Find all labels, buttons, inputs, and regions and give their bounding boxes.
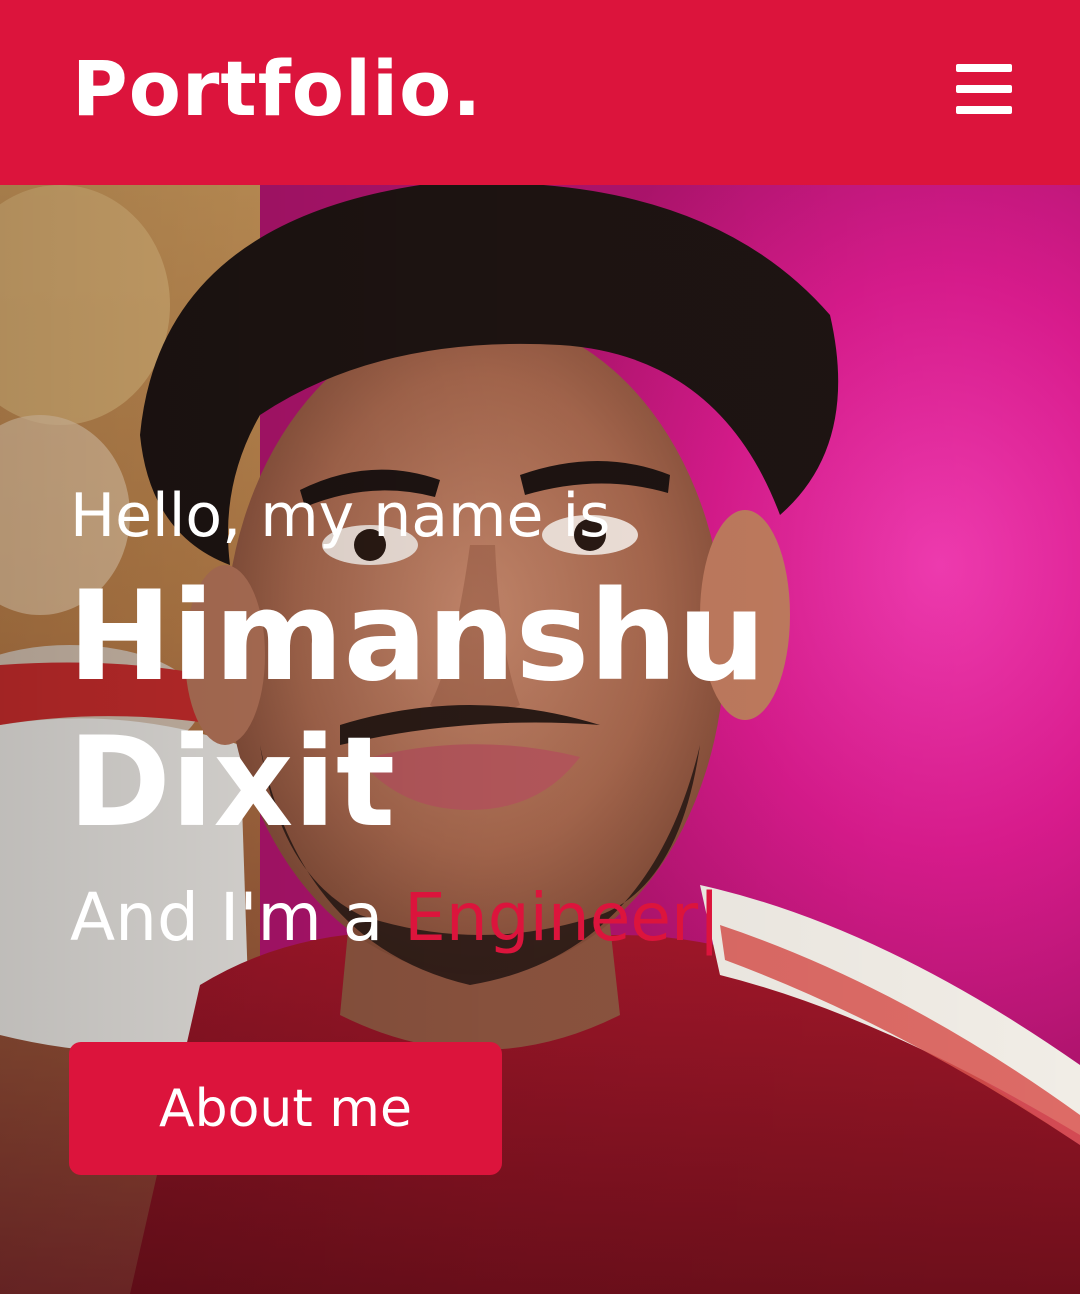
hamburger-menu-icon[interactable]	[956, 63, 1012, 114]
hero-name-last: Dixit	[68, 711, 396, 855]
hero-role-typed: Engineer	[404, 879, 699, 956]
hero-greeting: Hello, my name is	[70, 481, 611, 551]
hero-text-block: Hello, my name is Himanshu Dixit And I'm…	[68, 480, 768, 958]
hero-role-line: And I'm a Engineer|	[70, 878, 768, 958]
navbar: Portfolio.	[0, 0, 1080, 185]
menu-bar-top	[956, 63, 1012, 72]
hero-name: Himanshu Dixit	[68, 564, 768, 856]
hero-name-first: Himanshu	[68, 565, 766, 709]
page: Portfolio. Hello, my name is Himanshu Di…	[0, 0, 1080, 1294]
typing-cursor: |	[698, 879, 721, 956]
site-logo[interactable]: Portfolio.	[72, 50, 482, 135]
menu-bar-bottom	[956, 105, 1012, 114]
about-me-button[interactable]: About me	[69, 1042, 502, 1175]
hero-role-prefix: And I'm a	[70, 879, 405, 956]
menu-bar-middle	[956, 84, 1012, 93]
